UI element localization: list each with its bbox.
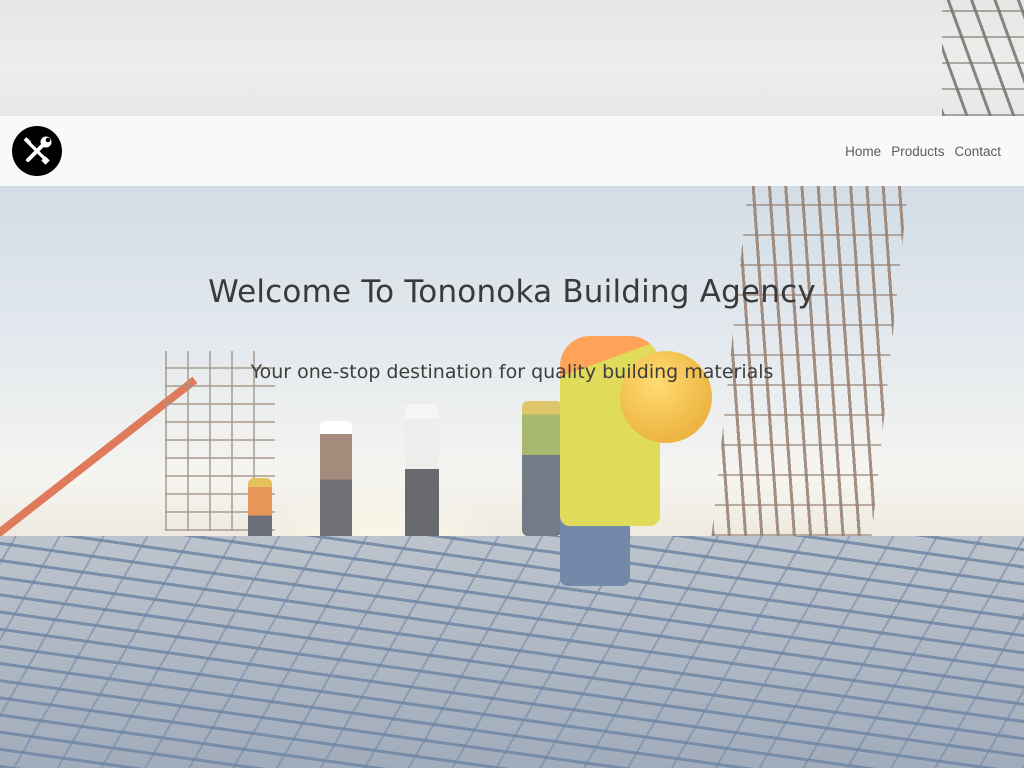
- background-photo-top: [0, 0, 1024, 116]
- scaffold-image: [942, 0, 1024, 116]
- nav-link-home[interactable]: Home: [840, 144, 886, 159]
- nav-link-contact[interactable]: Contact: [949, 144, 1006, 159]
- nav-link-products[interactable]: Products: [886, 144, 949, 159]
- nav-links: Home Products Contact: [840, 144, 1006, 159]
- tools-icon: [23, 136, 52, 165]
- hero-title: Welcome To Tononoka Building Agency: [208, 274, 816, 310]
- brand-logo[interactable]: [12, 126, 62, 176]
- hero-section: Welcome To Tononoka Building Agency Your…: [0, 186, 1024, 768]
- hero-subtitle: Your one-stop destination for quality bu…: [250, 361, 774, 383]
- navbar: Home Products Contact: [0, 116, 1024, 186]
